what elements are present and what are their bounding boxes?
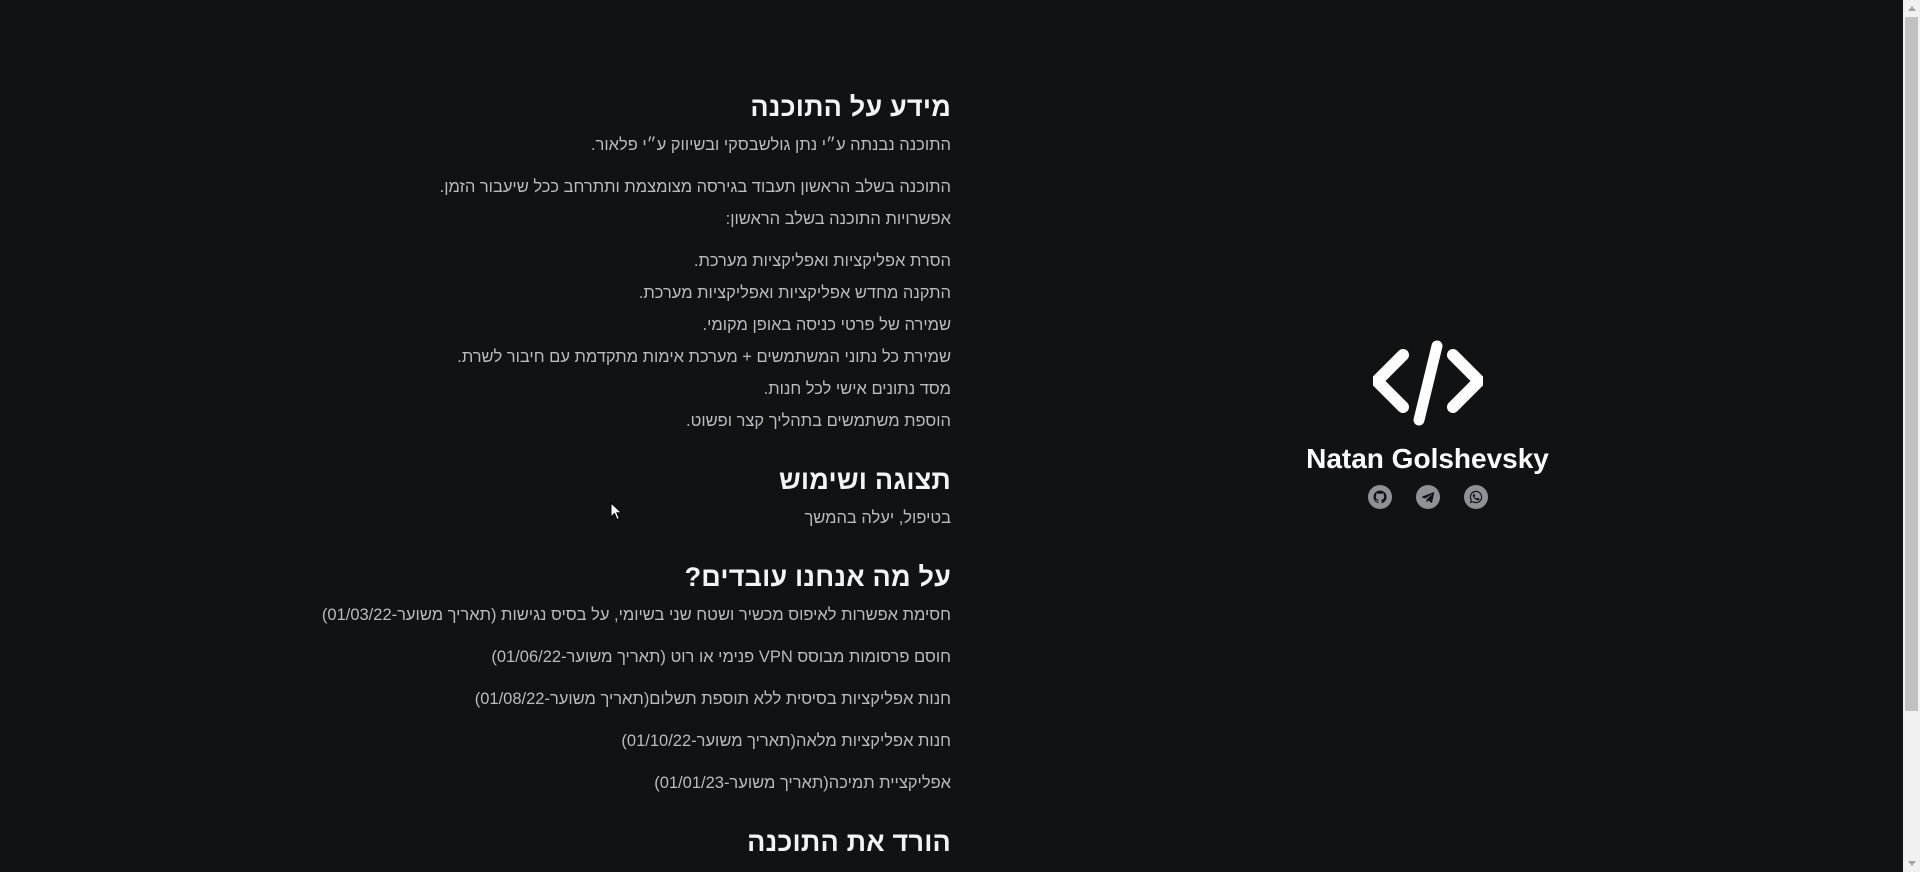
roadmap-item: חנות אפליקציות בסיסית ללא תוספת תשלום(תא…	[474, 690, 951, 708]
about-intro-2: אפשרויות התוכנה בשלב הראשון:	[725, 210, 951, 228]
roadmap-item: אפליקציית תמיכה(תאריך משוער-01/01/23)	[654, 774, 951, 792]
about-section: מידע על התוכנה התוכנה נבנתה ע״י נתן גולש…	[300, 92, 951, 437]
roadmap-item: חוסם פרסומות מבוסס VPN פנימי או רוט (תאר…	[491, 648, 951, 666]
feature-item: הוספת משתמשים בתהליך קצר ופשוט.	[686, 412, 951, 430]
scroll-thumb[interactable]	[1905, 17, 1918, 711]
about-intro-1: התוכנה בשלב הראשון תעבוד בגירסה מצומצמת …	[439, 178, 951, 196]
feature-item: מסד נתונים אישי לכל חנות.	[763, 380, 951, 398]
feature-list: הסרת אפליקציות ואפליקציות מערכת. התקנה מ…	[300, 245, 951, 437]
feature-item: שמירה של פרטי כניסה באופן מקומי.	[702, 316, 951, 334]
page: מידע על התוכנה התוכנה נבנתה ע״י נתן גולש…	[0, 0, 1920, 872]
display-text: בטיפול, יעלה בהמשך	[804, 509, 951, 527]
working-on-title: על מה אנחנו עובדים?	[684, 562, 951, 592]
feature-item: התקנה מחדש אפליקציות ואפליקציות מערכת.	[638, 284, 951, 302]
about-title: מידע על התוכנה	[750, 92, 951, 122]
whatsapp-icon[interactable]	[1463, 485, 1488, 509]
feature-item: שמירת כל נתוני המשתמשים + מערכת אימות מת…	[457, 348, 951, 366]
display-section: תצוגה ושימוש בטיפול, יעלה בהמשך	[300, 465, 951, 534]
download-title: הורד את התוכנה	[747, 827, 951, 857]
profile-name: Natan Golshevsky	[1306, 443, 1549, 474]
about-credit: התוכנה נבנתה ע״י נתן גולשבסקי ובשיווק ע״…	[590, 136, 951, 154]
roadmap-item: חנות אפליקציות מלאה(תאריך משוער-01/10/22…	[621, 732, 951, 750]
roadmap-item: חסימת אפשרות לאיפוס מכשיר ושטח שני בשיומ…	[321, 606, 951, 624]
scroll-up-button[interactable]	[1903, 0, 1920, 17]
telegram-icon[interactable]	[1415, 485, 1440, 509]
about-intro: התוכנה בשלב הראשון תעבוד בגירסה מצומצמת …	[300, 171, 951, 235]
code-icon	[1372, 340, 1483, 426]
download-section: הורד את התוכנה	[300, 827, 951, 858]
mouse-cursor-icon	[610, 502, 623, 521]
working-on-section: על מה אנחנו עובדים? חסימת אפשרות לאיפוס …	[300, 562, 951, 799]
display-title: תצוגה ושימוש	[778, 465, 951, 495]
main-content: מידע על התוכנה התוכנה נבנתה ע״י נתן גולש…	[300, 92, 951, 872]
feature-item: הסרת אפליקציות ואפליקציות מערכת.	[693, 252, 951, 270]
profile-card: Natan Golshevsky	[1250, 340, 1605, 509]
vertical-scrollbar[interactable]	[1903, 0, 1920, 872]
social-links	[1250, 485, 1605, 509]
github-icon[interactable]	[1367, 485, 1392, 509]
scroll-down-button[interactable]	[1903, 855, 1920, 872]
